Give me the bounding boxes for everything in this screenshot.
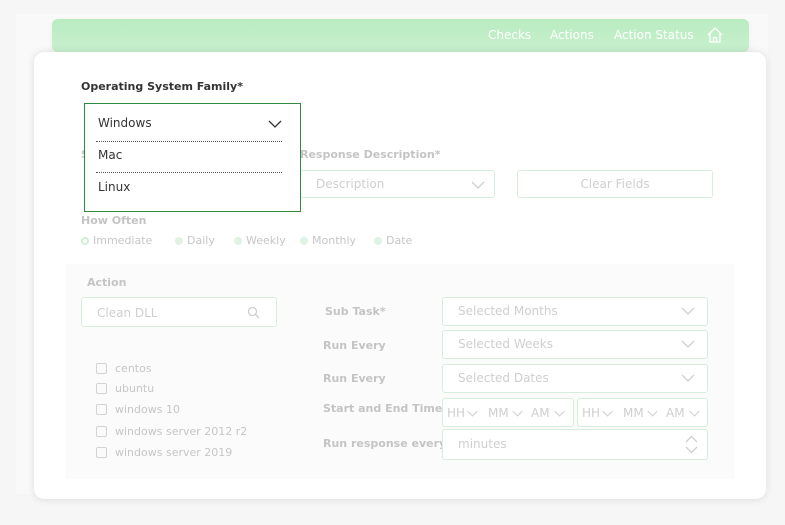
sub-task-select[interactable]: Selected Months [442, 297, 708, 326]
action-search-value: Clean DLL [97, 306, 158, 320]
end-time-picker[interactable]: HH MM AM [577, 398, 708, 427]
radio-weekly[interactable]: Weekly [234, 234, 286, 247]
chevron-down-icon [681, 340, 695, 348]
option-divider [96, 172, 282, 173]
sub-task-label: Sub Task* [325, 305, 386, 318]
response-description-value: Description [316, 177, 385, 191]
chevron-down-icon [689, 410, 700, 417]
chevron-down-icon [681, 307, 695, 315]
checkbox-box [96, 447, 107, 458]
checkbox-box [96, 404, 107, 415]
checkbox-label: windows server 2019 [115, 446, 233, 459]
action-label: Action [87, 276, 127, 289]
run-every-weeks-label: Run Every [323, 339, 386, 352]
nav-action-status[interactable]: Action Status [614, 28, 694, 42]
radio-monthly[interactable]: Monthly [300, 234, 356, 247]
radio-immediate[interactable]: Immediate [81, 234, 152, 247]
radio-label: Immediate [93, 234, 153, 247]
os-option-linux[interactable]: Linux [98, 180, 130, 194]
response-description-label: Response Description* [300, 148, 441, 161]
checkbox-label: ubuntu [115, 382, 155, 395]
radio-label: Daily [187, 234, 215, 247]
checkbox-windows-10[interactable]: windows 10 [96, 403, 180, 416]
radio-dot [81, 237, 89, 245]
action-search-input[interactable]: Clean DLL [81, 297, 277, 327]
checkbox-box [96, 383, 107, 394]
clear-fields-button[interactable]: Clear Fields [517, 170, 713, 198]
run-every-dates-select[interactable]: Selected Dates [442, 364, 708, 393]
start-end-time-label: Start and End Time [323, 402, 443, 415]
checkbox-box [96, 363, 107, 374]
run-every-weeks-select[interactable]: Selected Weeks [442, 330, 708, 359]
os-family-dropdown[interactable]: Windows Mac Linux [84, 103, 301, 212]
os-option-windows[interactable]: Windows [98, 116, 152, 130]
number-stepper-icon[interactable] [685, 435, 698, 454]
chevron-down-icon [512, 410, 523, 417]
start-ampm[interactable]: AM [531, 406, 550, 420]
end-minute[interactable]: MM [623, 406, 644, 420]
run-every-weeks-value: Selected Weeks [458, 337, 553, 351]
start-time-picker[interactable]: HH MM AM [442, 398, 574, 427]
radio-dot [175, 237, 183, 245]
how-often-label: How Often [81, 214, 147, 227]
nav-checks[interactable]: Checks [488, 28, 531, 42]
radio-dot [234, 237, 242, 245]
radio-label: Monthly [312, 234, 357, 247]
radio-dot [374, 237, 382, 245]
run-every-dates-label: Run Every [323, 372, 386, 385]
radio-daily[interactable]: Daily [175, 234, 215, 247]
end-hour[interactable]: HH [582, 406, 600, 420]
checkbox-windows-server-2012[interactable]: windows server 2012 r2 [96, 425, 247, 438]
checkbox-ubuntu[interactable]: ubuntu [96, 382, 154, 395]
start-minute[interactable]: MM [488, 406, 509, 420]
start-hour[interactable]: HH [447, 406, 465, 420]
radio-label: Date [386, 234, 413, 247]
chevron-down-icon [647, 410, 658, 417]
checkbox-label: windows server 2012 r2 [115, 425, 248, 438]
run-response-minutes-input[interactable]: minutes [442, 429, 708, 460]
radio-date[interactable]: Date [374, 234, 412, 247]
home-icon[interactable] [706, 26, 724, 44]
run-every-dates-value: Selected Dates [458, 371, 549, 385]
checkbox-centos[interactable]: centos [96, 362, 152, 375]
os-option-mac[interactable]: Mac [98, 148, 122, 162]
radio-label: Weekly [246, 234, 286, 247]
top-navbar: Checks Actions Action Status [52, 19, 749, 52]
chevron-down-icon [602, 410, 613, 417]
option-divider [96, 141, 282, 142]
chevron-down-icon[interactable] [268, 120, 282, 128]
end-ampm[interactable]: AM [666, 406, 685, 420]
checkbox-box [96, 426, 107, 437]
chevron-down-icon [471, 181, 485, 189]
search-icon[interactable] [247, 306, 260, 319]
radio-dot [300, 237, 308, 245]
chevron-down-icon [467, 410, 478, 417]
response-description-select[interactable]: Description [300, 170, 495, 198]
checkbox-label: windows 10 [115, 403, 180, 416]
clear-fields-label: Clear Fields [580, 177, 650, 191]
os-family-label: Operating System Family* [81, 80, 243, 93]
sub-task-value: Selected Months [458, 304, 558, 318]
chevron-down-icon [554, 410, 565, 417]
checkbox-label: centos [115, 362, 152, 375]
chevron-down-icon [681, 374, 695, 382]
run-response-label: Run response every* [323, 437, 452, 450]
nav-actions[interactable]: Actions [550, 28, 594, 42]
run-response-value: minutes [458, 437, 507, 451]
checkbox-windows-server-2019[interactable]: windows server 2019 [96, 446, 232, 459]
